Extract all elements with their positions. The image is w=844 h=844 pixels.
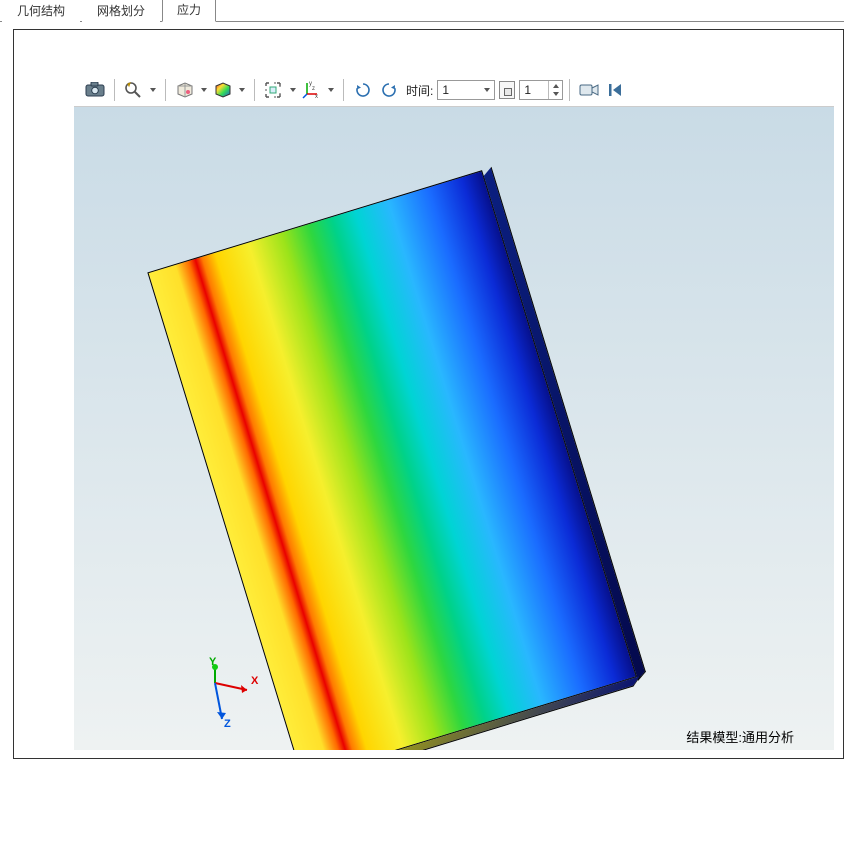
svg-text:y: y bbox=[309, 81, 312, 87]
tabs-bar: 几何结构 网格划分 应力 bbox=[0, 0, 844, 22]
svg-text:x: x bbox=[315, 94, 318, 99]
tab-stress[interactable]: 应力 bbox=[162, 0, 216, 22]
axis-x-label: X bbox=[251, 675, 258, 687]
rotate-cw-icon[interactable] bbox=[350, 77, 376, 103]
svg-text:z: z bbox=[312, 86, 315, 92]
last-frame-button[interactable] bbox=[499, 81, 515, 99]
time-label: 时间: bbox=[406, 82, 433, 99]
axis-z-label: Z bbox=[224, 718, 231, 730]
fit-view-icon[interactable] bbox=[261, 77, 299, 103]
tab-mesh[interactable]: 网格划分 bbox=[82, 0, 160, 22]
tab-geometry[interactable]: 几何结构 bbox=[2, 0, 80, 22]
orientation-triad: Y X Z bbox=[189, 663, 289, 750]
zoom-icon[interactable] bbox=[121, 77, 159, 103]
render-mode-icon[interactable] bbox=[172, 77, 210, 103]
movie-icon[interactable] bbox=[576, 77, 602, 103]
colormap-icon[interactable] bbox=[210, 77, 248, 103]
result-panel: zy x 时间: 1 1 bbox=[13, 29, 844, 759]
axes-icon[interactable]: zy x bbox=[299, 77, 337, 103]
axis-y-label: Y bbox=[209, 656, 216, 668]
view-toolbar: zy x 时间: 1 1 bbox=[82, 76, 628, 104]
graphics-viewport[interactable]: Y X Z 结果模型:通用分析 bbox=[74, 106, 834, 750]
result-surface bbox=[392, 372, 834, 750]
frame-spinner[interactable]: 1 bbox=[519, 80, 563, 100]
screenshot-icon[interactable] bbox=[82, 77, 108, 103]
rotate-ccw-icon[interactable] bbox=[376, 77, 402, 103]
first-frame-icon[interactable] bbox=[602, 77, 628, 103]
result-model-label: 结果模型:通用分析 bbox=[686, 727, 794, 746]
time-combo[interactable]: 1 bbox=[437, 80, 495, 100]
